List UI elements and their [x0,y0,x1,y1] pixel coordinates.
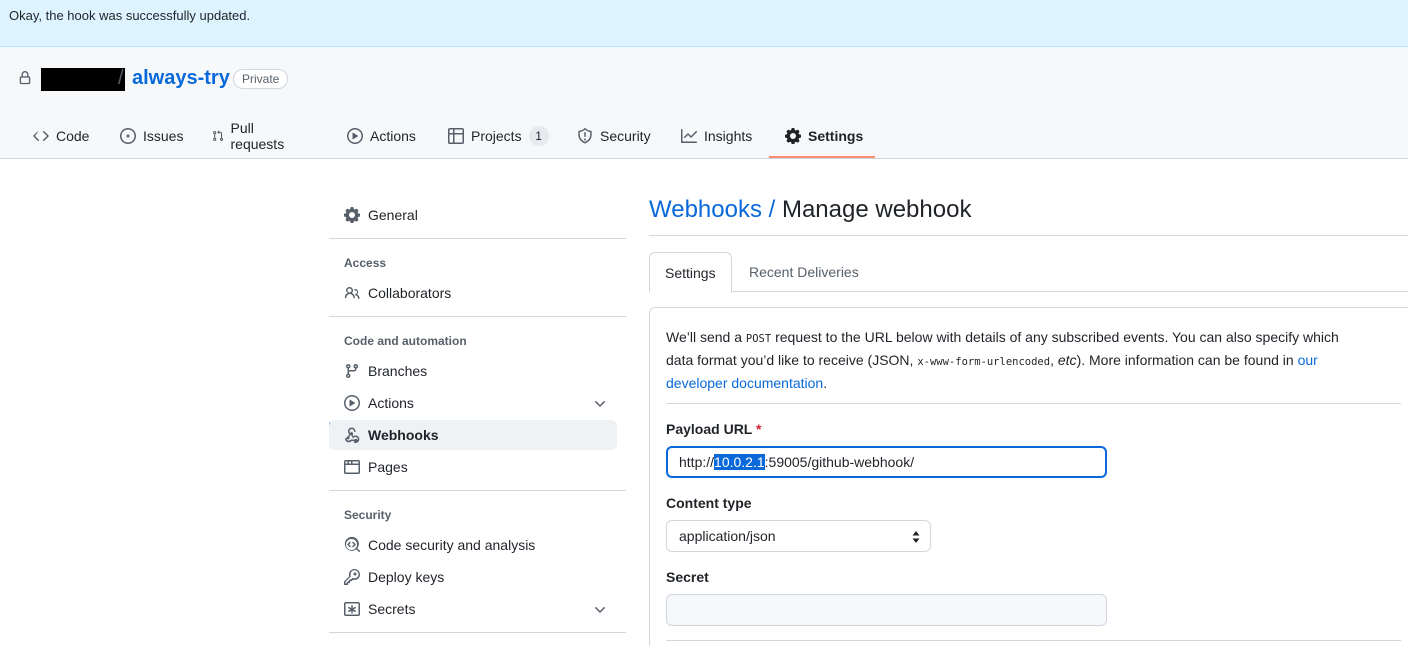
tab-label: Code [56,128,90,144]
webhook-icon [345,427,360,443]
webhook-description: We’ll send a POST request to the URL bel… [666,329,1339,391]
key-icon [344,569,360,585]
sidebar-item-label: Branches [368,363,428,379]
sidebar-item-label: Collaborators [368,285,452,301]
sidebar-divider [329,632,626,633]
title-divider [649,235,1408,236]
tab-actions[interactable]: Actions [347,113,416,159]
required-mark: * [756,421,762,437]
tab-label: Issues [143,128,184,144]
sidebar-heading-access: Access [344,256,387,270]
people-icon [344,287,360,300]
sidebar-divider [329,316,626,317]
tab-label: Insights [704,128,753,144]
play-icon [347,128,363,144]
selected-text: 10.0.2.1 [714,454,765,470]
payload-url-label: Payload URL * [666,421,762,437]
issue-icon [120,128,136,144]
sidebar-item-label: Code security and analysis [368,537,536,553]
breadcrumb-webhooks-link[interactable]: Webhooks / [649,196,775,223]
tab-label: Settings [808,128,864,144]
form-divider [666,640,1401,641]
secret-input[interactable] [666,594,1107,626]
play-icon [344,395,360,411]
page-title-text: Manage webhook [781,196,972,223]
tab-label: Projects [471,128,522,144]
sidebar-item-label: Deploy keys [368,569,445,585]
repo-name-link[interactable]: always-try [132,67,230,90]
tab-security[interactable]: Security [577,113,651,159]
webhook-subtabs: Settings Recent Deliveries [649,252,1408,293]
repo-separator: / [118,67,124,89]
sidebar-item-general[interactable]: General [329,200,617,230]
chevron-down-icon[interactable] [592,396,608,412]
tab-settings[interactable]: Settings [785,113,863,159]
form-divider [666,403,1401,404]
payload-url-input[interactable]: http://10.0.2.1:59005/github-webhook/ [666,446,1107,478]
tab-projects[interactable]: Projects 1 [448,113,549,159]
webhook-form: We’ll send a POST request to the URL bel… [649,307,1408,646]
content-type-select[interactable]: application/json [666,520,931,552]
sidebar-divider [329,238,626,239]
owner-redacted [41,68,125,91]
tab-issues[interactable]: Issues [120,113,183,159]
selected-tab-underline [769,156,875,158]
sidebar-item-label: General [368,207,418,223]
codescan-icon [344,537,360,553]
sidebar-item-label: Actions [368,395,414,411]
sidebar-item-deploy-keys[interactable]: Deploy keys [329,562,617,592]
tab-pull-requests[interactable]: Pull requests [212,113,289,159]
sidebar-item-pages[interactable]: Pages [329,452,617,482]
sidebar-item-label: Pages [368,459,408,475]
shield-icon [578,128,592,144]
sidebar-item-collaborators[interactable]: Collaborators [329,278,617,308]
sidebar-item-webhooks[interactable]: Webhooks [329,420,617,450]
page-title: Webhooks / Manage webhook [649,196,971,224]
graph-icon [681,129,697,143]
subtab-recent-deliveries[interactable]: Recent Deliveries [734,252,874,292]
pull-request-icon [213,130,224,142]
secret-label: Secret [666,569,709,585]
chevron-down-icon[interactable] [592,602,608,618]
sidebar-item-branches[interactable]: Branches [329,356,617,386]
sidebar-item-secrets[interactable]: Secrets [329,594,617,624]
flash-banner: Okay, the hook was successfully updated. [0,0,1408,47]
tab-label: Pull requests [230,120,285,152]
gear-icon [344,207,360,223]
code-icon [33,131,49,141]
asterisk-icon [344,602,360,616]
lock-icon [19,71,31,85]
tab-code[interactable]: Code [33,113,89,159]
subtab-settings[interactable]: Settings [649,252,732,293]
visibility-badge: Private [233,69,289,89]
projects-counter: 1 [528,126,549,146]
content-type-label: Content type [666,495,752,511]
flash-message: Okay, the hook was successfully updated. [9,8,251,23]
sidebar-item-label: Webhooks [368,427,439,443]
sidebar-item-actions[interactable]: Actions [329,388,617,418]
repo-header: / always-try Private Code Issues Pull re… [0,47,1408,159]
branch-icon [346,363,358,379]
gear-icon [785,128,801,144]
sidebar-heading-security: Security [344,508,392,522]
sidebar-item-label: Secrets [368,601,416,617]
tab-label: Security [600,128,651,144]
tab-label: Actions [370,128,416,144]
browser-icon [344,460,360,474]
sidebar-heading-code-automation: Code and automation [344,334,467,348]
table-icon [448,128,464,144]
tab-insights[interactable]: Insights [681,113,752,159]
select-arrows-icon [912,531,920,543]
content-type-value: application/json [679,528,776,544]
sidebar-item-code-security[interactable]: Code security and analysis [329,530,617,560]
sidebar-divider [329,490,626,491]
